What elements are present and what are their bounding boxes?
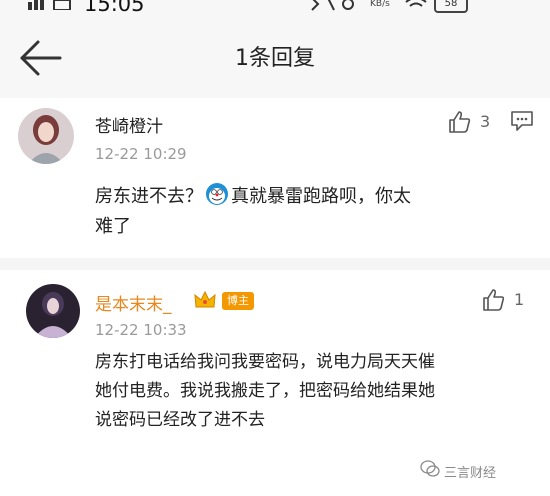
- comment-username[interactable]: 苍崎橙汁: [95, 112, 163, 137]
- avatar-image: [26, 284, 80, 338]
- like-count: 1: [514, 290, 525, 309]
- reply-text-line: 说密码已经改了进不去: [95, 410, 265, 430]
- avatar[interactable]: [26, 284, 80, 338]
- like-count: 3: [480, 112, 491, 131]
- comment-card: 苍崎橙汁 12-22 10:29 3 房东进不去？ 真就暴雷跑路呗，你太 难了: [0, 98, 550, 258]
- crown-icon: [194, 290, 216, 308]
- comment-content: 房东进不去？ 真就暴雷跑路呗，你太 难了: [95, 182, 525, 242]
- thumbs-up-icon: [483, 289, 505, 311]
- comment-text-part1: 房东进不去？: [95, 186, 203, 207]
- reply-timestamp: 12-22 10:33: [95, 321, 187, 339]
- comment-bubble-icon: [511, 111, 533, 131]
- like-button[interactable]: 3: [448, 108, 498, 138]
- connectivity-icons: [311, 0, 354, 11]
- status-bar: 15:05 KB/s 58: [0, 0, 550, 14]
- watermark: 三言财经: [444, 466, 497, 481]
- like-button[interactable]: 1: [482, 286, 532, 316]
- status-time: 15:05: [84, 0, 145, 14]
- comment-text-part2: 真就暴雷跑路呗，你太: [231, 186, 411, 207]
- avatar-image: [18, 108, 74, 164]
- author-badge: 博主: [222, 292, 254, 310]
- nav-bar: 1条回复: [0, 14, 550, 98]
- comment-timestamp: 12-22 10:29: [95, 145, 187, 163]
- reply-username[interactable]: 是本末末_: [95, 290, 172, 315]
- avatar[interactable]: [18, 108, 74, 164]
- net-speed: KB/s: [370, 0, 390, 9]
- wechat-icon: [420, 460, 440, 477]
- reply-text-line: 房东打电话给我问我要密码，说电力局天天催: [95, 352, 435, 372]
- reply-text-line: 她付电费。我说我搬走了，把密码给她结果她: [95, 381, 435, 401]
- reply-button[interactable]: [510, 110, 536, 134]
- signal-icon: [28, 0, 71, 10]
- emoji-icon: [206, 183, 228, 205]
- thumbs-up-icon: [449, 111, 471, 133]
- wifi-icon: [405, 0, 427, 7]
- reply-content: 房东打电话给我问我要密码，说电力局天天催 她付电费。我说我搬走了，把密码给她结果…: [95, 348, 545, 435]
- page-title: 1条回复: [235, 46, 315, 71]
- comment-text-part3: 难了: [95, 216, 131, 237]
- battery-indicator: 58: [434, 0, 468, 13]
